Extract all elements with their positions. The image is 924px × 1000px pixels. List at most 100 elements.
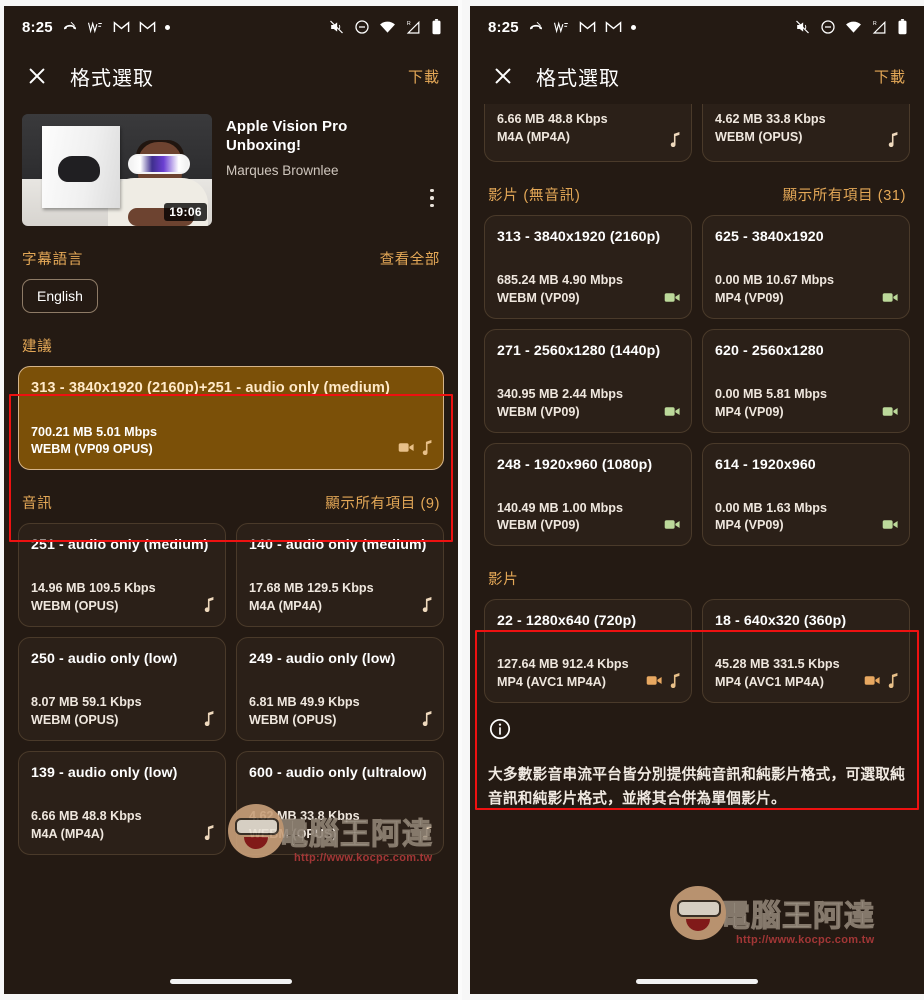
format-card-248[interactable]: 248 - 1920x960 (1080p) 140.49 MB 1.00 Mb… [484,442,692,547]
format-card-icons [664,405,681,423]
home-indicator[interactable] [4,979,458,984]
signal-roaming-icon: R [405,19,422,35]
format-card-size: 140.49 MB 1.00 Mbps [497,500,623,515]
format-card-icons [882,405,899,423]
wifi-icon [379,20,396,34]
subtitle-chip-row: English [4,279,458,313]
format-card-recommended[interactable]: 313 - 3840x1920 (2160p)+251 - audio only… [18,366,444,471]
format-card-size: 700.21 MB 5.01 Mbps [31,424,157,439]
format-card-620[interactable]: 620 - 2560x1280 0.00 MB 5.81 Mbps MP4 (V… [702,328,910,433]
subtitles-view-all-button[interactable]: 查看全部 [380,248,440,269]
video-thumbnail[interactable]: 19:06 [22,114,212,226]
format-card-18[interactable]: 18 - 640x320 (360p) 45.28 MB 331.5 Kbps … [702,599,910,704]
video-section-title: 影片 [488,572,519,589]
app-bar: 格式選取 下載 [470,48,924,104]
video-icon [882,518,899,536]
home-indicator-bar [170,979,292,984]
music-note-icon [422,710,433,731]
watermark-face-icon [670,886,726,940]
format-card-title: 620 - 2560x1280 [715,342,824,359]
format-card-250[interactable]: 250 - audio only (low) 8.07 MB 59.1 Kbps… [18,637,226,741]
video-no-audio-title: 影片 (無音訊) [488,188,581,204]
format-card-625[interactable]: 625 - 3840x1920 0.00 MB 10.67 Mbps MP4 (… [702,215,910,319]
notification-dot-icon [630,24,636,30]
format-card-size: 685.24 MB 4.90 Mbps [497,273,623,288]
format-card-icons [204,597,215,617]
format-card-139[interactable]: 139 - audio only (low) 6.66 MB 48.8 Kbps… [18,750,226,855]
format-card-format: WEBM (VP09) [497,290,580,305]
format-card-icons [422,824,433,845]
status-bar-right: R [328,19,442,35]
audio-show-all-button[interactable]: 顯示所有項目 (9) [325,492,440,513]
video-icon [664,518,681,536]
format-card-600[interactable]: 600 - audio only (ultralow) 4.62 MB 33.8… [236,750,444,855]
download-button[interactable]: 下載 [874,66,906,87]
format-card-size: 340.95 MB 2.44 Mbps [497,386,623,401]
format-card-size: 127.64 MB 912.4 Kbps [497,657,629,672]
format-card-313[interactable]: 313 - 3840x1920 (2160p) 685.24 MB 4.90 M… [484,215,692,319]
format-card-251[interactable]: 251 - audio only (medium) 14.96 MB 109.5… [18,523,226,628]
status-bar-left: 8:25 [22,19,170,36]
format-card-title: 313 - 3840x1920 (2160p) [497,229,661,245]
audio-section-title: 音訊 [22,496,53,513]
subtitle-chip-english[interactable]: English [22,279,98,313]
format-card-meta: 685.24 MB 4.90 Mbps WEBM (VP09) [497,272,679,308]
format-card-icons [422,710,433,731]
home-indicator[interactable] [470,979,924,984]
format-card-format: WEBM (OPUS) [715,129,803,144]
format-card-size: 4.62 MB 33.8 Kbps [249,808,360,823]
left-scroll-body[interactable]: 19:06 Apple Vision Pro Unboxing! Marques… [4,104,458,994]
page-title: 格式選取 [536,67,620,90]
format-card-140[interactable]: 140 - audio only (medium) 17.68 MB 129.5… [236,523,444,628]
video-icon [646,674,663,692]
gmail-icon [139,20,156,34]
format-card-format: M4A (MP4A) [31,826,104,841]
watermark: 電腦王阿達 http://www.kocpc.com.tw [670,876,920,950]
format-card-partial-600[interactable]: 4.62 MB 33.8 Kbps WEBM (OPUS) [702,104,910,162]
video-grid: 22 - 1280x640 (720p) 127.64 MB 912.4 Kbp… [470,599,924,704]
format-card-title: 22 - 1280x640 (720p) [497,613,637,630]
format-card-title: 139 - audio only (low) [31,764,178,781]
format-card-format: WEBM (OPUS) [31,599,119,614]
missed-call-icon [62,19,78,35]
format-card-271[interactable]: 271 - 2560x1280 (1440p) 340.95 MB 2.44 M… [484,328,692,433]
download-button[interactable]: 下載 [408,66,440,87]
format-card-22[interactable]: 22 - 1280x640 (720p) 127.64 MB 912.4 Kbp… [484,599,692,704]
format-card-size: 0.00 MB 1.63 Mbps [715,500,827,515]
status-time: 8:25 [488,18,519,36]
format-card-title: 313 - 3840x1920 (2160p)+251 - audio only… [31,380,390,396]
recommended-section-header: 建議 [4,335,458,356]
format-card-title: 614 - 1920x960 [715,456,816,473]
right-scroll-body[interactable]: 6.66 MB 48.8 Kbps M4A (MP4A) 4.62 MB 33.… [470,104,924,994]
format-card-meta: 17.68 MB 129.5 Kbps M4A (MP4A) [249,580,431,616]
format-card-614[interactable]: 614 - 1920x960 0.00 MB 1.63 Mbps MP4 (VP… [702,442,910,547]
mute-icon [328,19,345,35]
format-card-title: 248 - 1920x960 (1080p) [497,456,653,473]
video-header: 19:06 Apple Vision Pro Unboxing! Marques… [4,104,458,226]
format-card-format: MP4 (VP09) [715,404,784,419]
thumbnail-product-box [42,126,120,208]
format-card-partial-139[interactable]: 6.66 MB 48.8 Kbps M4A (MP4A) [484,104,692,162]
watermark-url: http://www.kocpc.com.tw [736,934,875,946]
wifi-icon [845,20,862,34]
video-no-audio-section-header: 影片 (無音訊) 顯示所有項目 (31) [470,184,924,205]
format-card-title: 18 - 640x320 (360p) [715,613,847,630]
format-card-icons [882,291,899,309]
close-icon[interactable] [492,65,514,87]
do-not-disturb-icon [820,19,836,35]
svg-text:R: R [407,21,411,27]
video-no-audio-show-all-button[interactable]: 顯示所有項目 (31) [783,184,906,205]
status-bar-right: R [794,19,908,35]
notification-dot-icon [164,24,170,30]
format-card-size: 17.68 MB 129.5 Kbps [249,581,374,596]
format-card-meta: 140.49 MB 1.00 Mbps WEBM (VP09) [497,500,679,536]
close-icon[interactable] [26,65,48,87]
format-card-249[interactable]: 249 - audio only (low) 6.81 MB 49.9 Kbps… [236,637,444,741]
do-not-disturb-icon [354,19,370,35]
missed-call-icon [528,19,544,35]
music-note-icon [888,673,899,693]
music-note-icon [422,824,433,845]
format-card-icons [664,291,681,309]
format-card-icons [422,597,433,617]
kebab-menu-icon[interactable] [420,114,444,226]
